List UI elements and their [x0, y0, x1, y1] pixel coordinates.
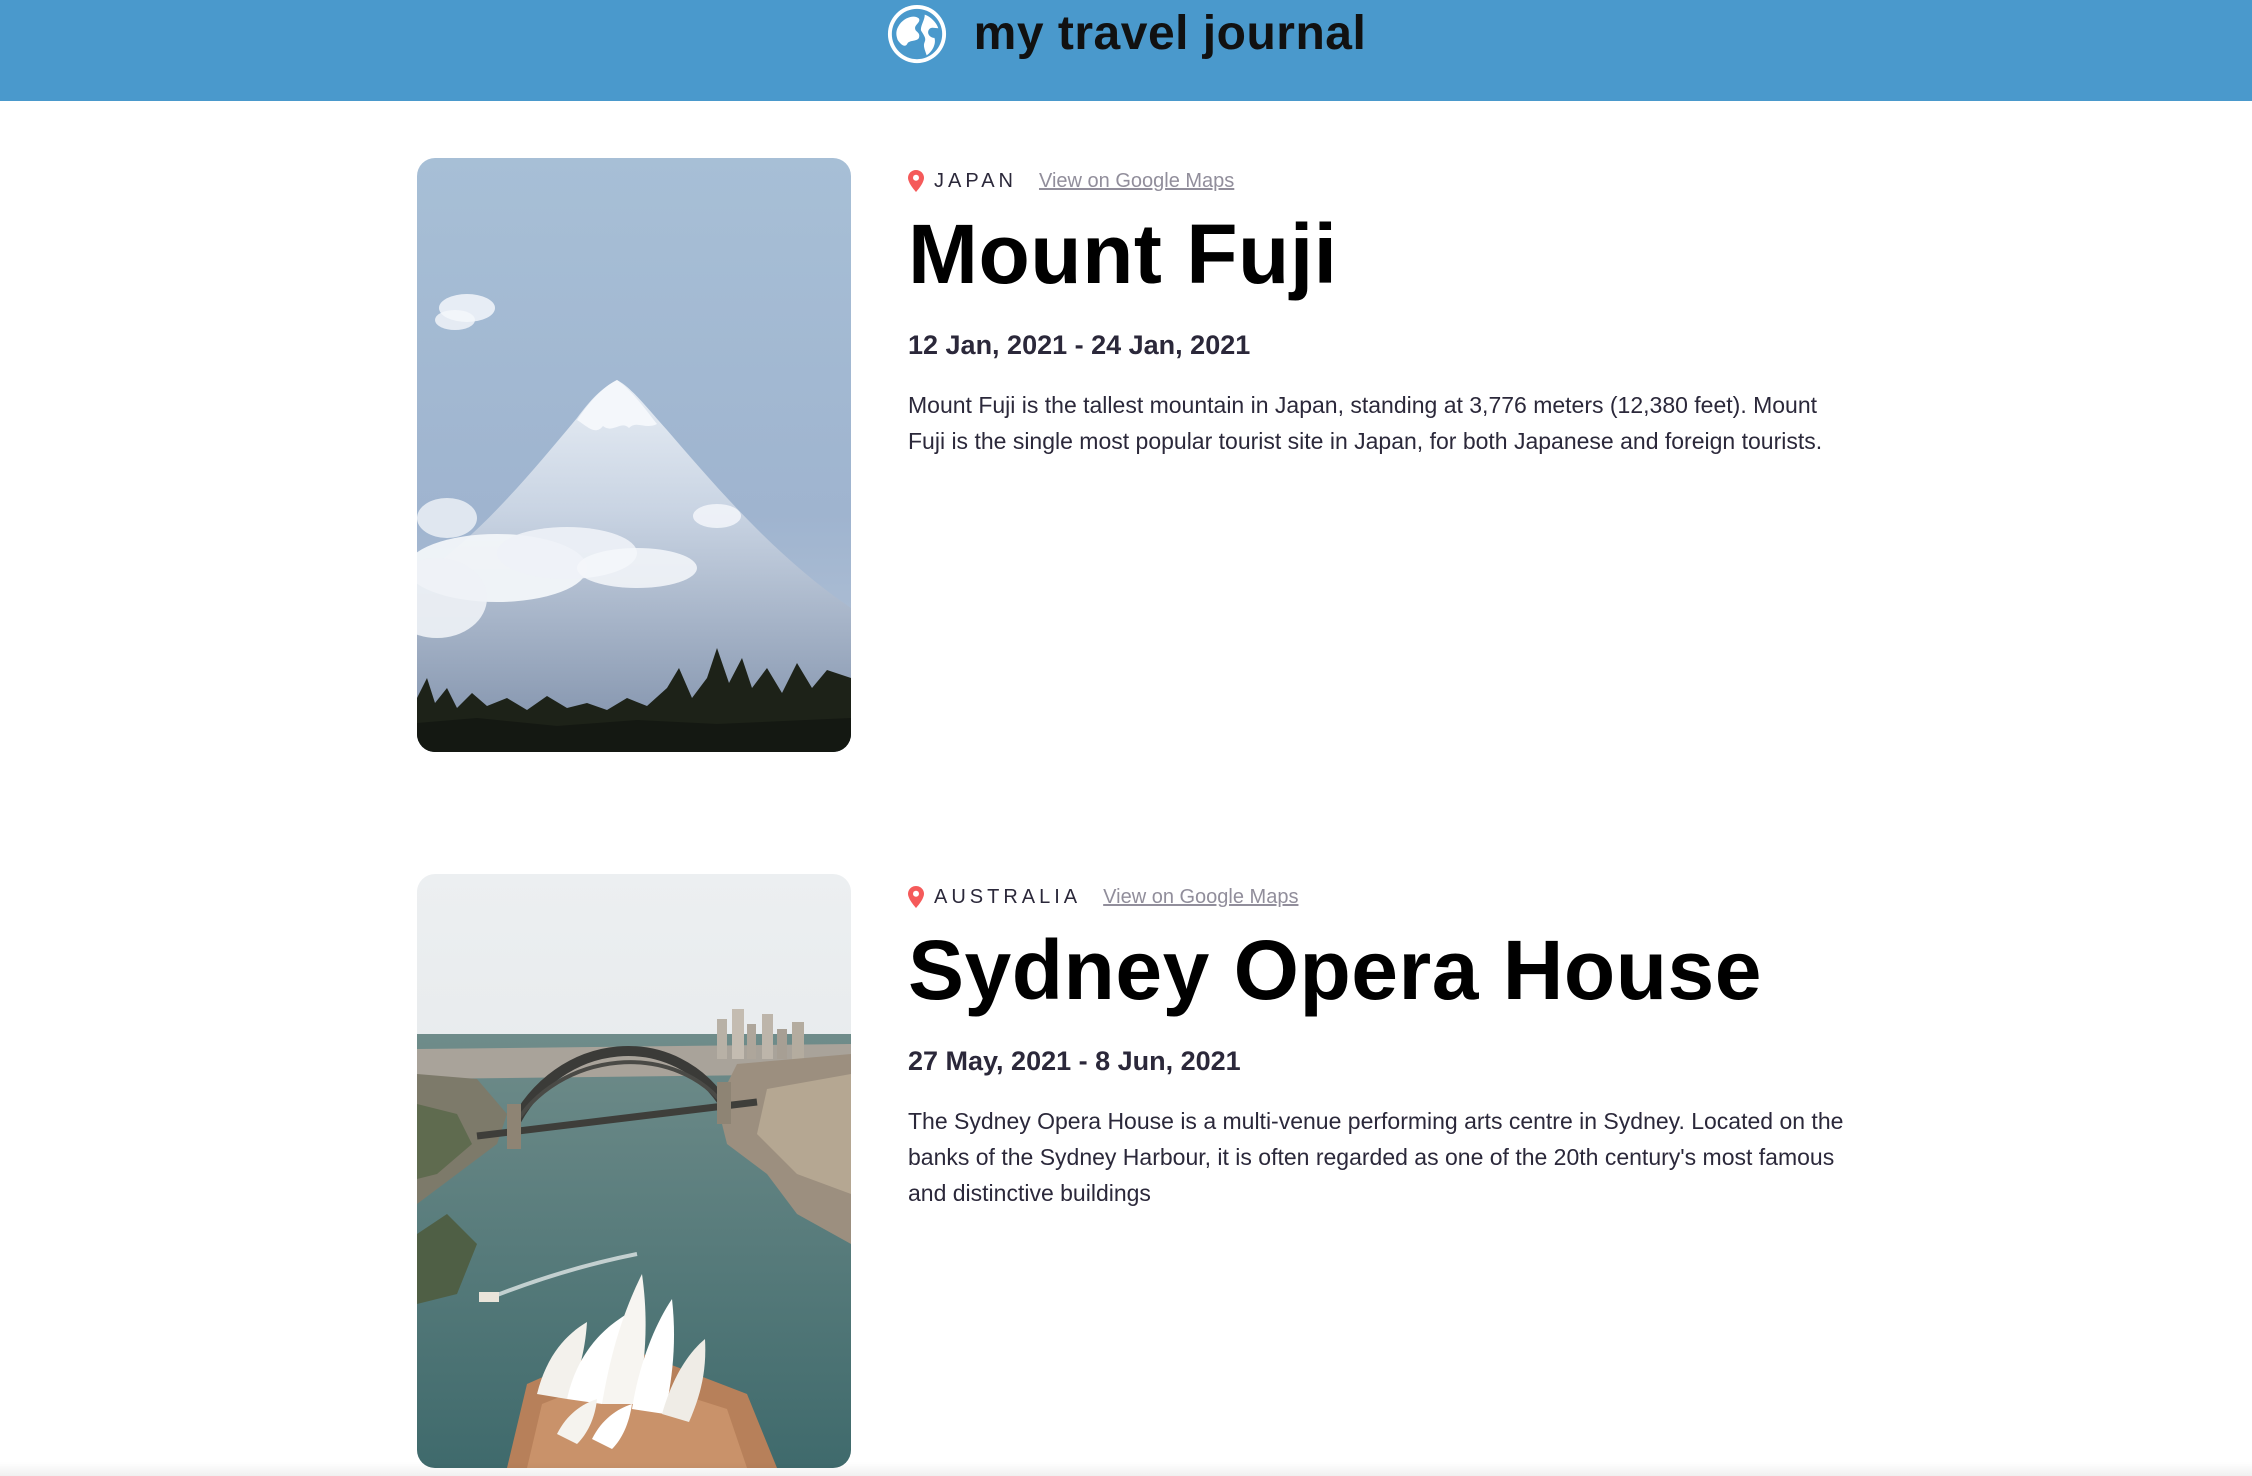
google-maps-link[interactable]: View on Google Maps	[1103, 886, 1298, 909]
trip-dates: 27 May, 2021 - 8 Jun, 2021	[908, 1046, 1241, 1076]
entry-info: AUSTRALIA View on Google Maps Sydney Ope…	[908, 874, 1858, 1211]
app-title: my travel journal	[973, 7, 1367, 60]
location-pin-icon	[908, 886, 924, 908]
location-row: JAPAN View on Google Maps	[908, 158, 1858, 204]
place-title: Sydney Opera House	[908, 923, 1762, 1017]
globe-icon	[887, 4, 946, 63]
mount-fuji-photo	[417, 158, 851, 752]
journal-entry: JAPAN View on Google Maps Mount Fuji 12 …	[417, 158, 1857, 754]
header-brand: my travel journal	[886, 3, 1367, 65]
trip-dates: 12 Jan, 2021 - 24 Jan, 2021	[908, 330, 1251, 360]
google-maps-link[interactable]: View on Google Maps	[1039, 170, 1234, 193]
journal-entry: AUSTRALIA View on Google Maps Sydney Ope…	[417, 874, 1857, 1470]
location-row: AUSTRALIA View on Google Maps	[908, 874, 1858, 920]
place-description: Mount Fuji is the tallest mountain in Ja…	[908, 392, 1823, 454]
country-label: AUSTRALIA	[934, 885, 1082, 908]
bottom-shadow	[0, 1462, 2252, 1476]
entry-info: JAPAN View on Google Maps Mount Fuji 12 …	[908, 158, 1858, 459]
country-label: JAPAN	[934, 169, 1017, 192]
sydney-opera-house-photo	[417, 874, 851, 1468]
app-header: my travel journal	[0, 0, 2252, 101]
place-title: Mount Fuji	[908, 207, 1338, 301]
place-description: The Sydney Opera House is a multi-venue …	[908, 1108, 1844, 1206]
location-pin-icon	[908, 170, 924, 192]
